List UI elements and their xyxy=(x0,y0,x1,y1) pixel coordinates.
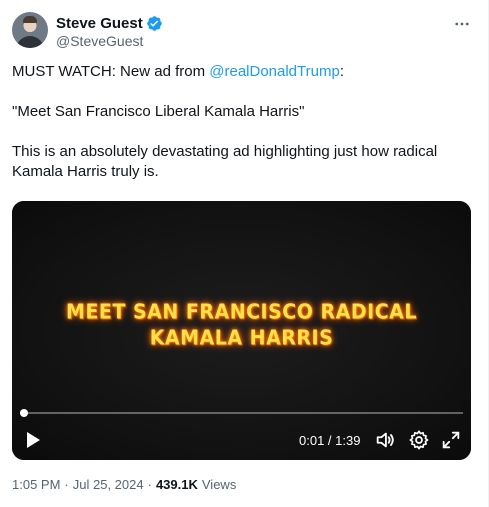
post-time[interactable]: 1:05 PM xyxy=(12,477,60,492)
views-count: 439.1K xyxy=(155,477,198,492)
avatar[interactable] xyxy=(12,12,48,48)
video-controls: 0:01 / 1:39 xyxy=(12,423,471,457)
tweet-header: Steve Guest @SteveGuest xyxy=(12,12,476,52)
name-row: Steve Guest xyxy=(56,13,163,33)
video-title-line-1: MEET SAN FRANCISCO RADICAL xyxy=(66,300,417,324)
mention-link[interactable]: @realDonaldTrump xyxy=(209,63,340,80)
tweet-text: MUST WATCH: New ad from @realDonaldTrump… xyxy=(12,62,474,182)
video-title-line-2: KAMALA HARRIS xyxy=(149,326,334,350)
play-icon[interactable] xyxy=(22,429,44,451)
meta-separator-2: · xyxy=(147,477,152,492)
fullscreen-icon[interactable] xyxy=(440,429,462,451)
post-date[interactable]: Jul 25, 2024 xyxy=(73,477,144,492)
tweet-line-1-prefix: MUST WATCH: New ad from xyxy=(12,63,210,80)
video-title-overlay: MEET SAN FRANCISCO RADICAL KAMALA HARRIS xyxy=(12,299,471,351)
meta-separator: · xyxy=(64,477,69,492)
video-player[interactable]: MEET SAN FRANCISCO RADICAL KAMALA HARRIS… xyxy=(12,201,471,460)
views-label: Views xyxy=(201,477,237,492)
tweet-line-1: MUST WATCH: New ad from @realDonaldTrump… xyxy=(12,62,474,82)
tweet-line-1-suffix: : xyxy=(339,63,344,80)
tweet-line-2: "Meet San Francisco Liberal Kamala Harri… xyxy=(12,103,305,120)
tweet-line-3: This is an absolutely devastating ad hig… xyxy=(12,143,438,180)
settings-gear-icon[interactable] xyxy=(408,429,430,451)
volume-icon[interactable] xyxy=(374,429,396,451)
tweet-meta: 1:05 PM · Jul 25, 2024 · 439.1K Views xyxy=(12,477,236,492)
display-name[interactable]: Steve Guest xyxy=(56,15,143,32)
video-time: 0:01 / 1:39 xyxy=(299,433,361,448)
avatar-hair xyxy=(23,16,37,23)
verified-badge-icon[interactable] xyxy=(146,15,163,32)
more-icon[interactable] xyxy=(452,14,472,34)
avatar-shirt xyxy=(16,36,44,48)
handle[interactable]: @SteveGuest xyxy=(56,33,143,49)
tweet-card: Steve Guest @SteveGuest MUST WATCH: New … xyxy=(0,0,489,507)
video-progress-bar[interactable] xyxy=(20,409,463,417)
